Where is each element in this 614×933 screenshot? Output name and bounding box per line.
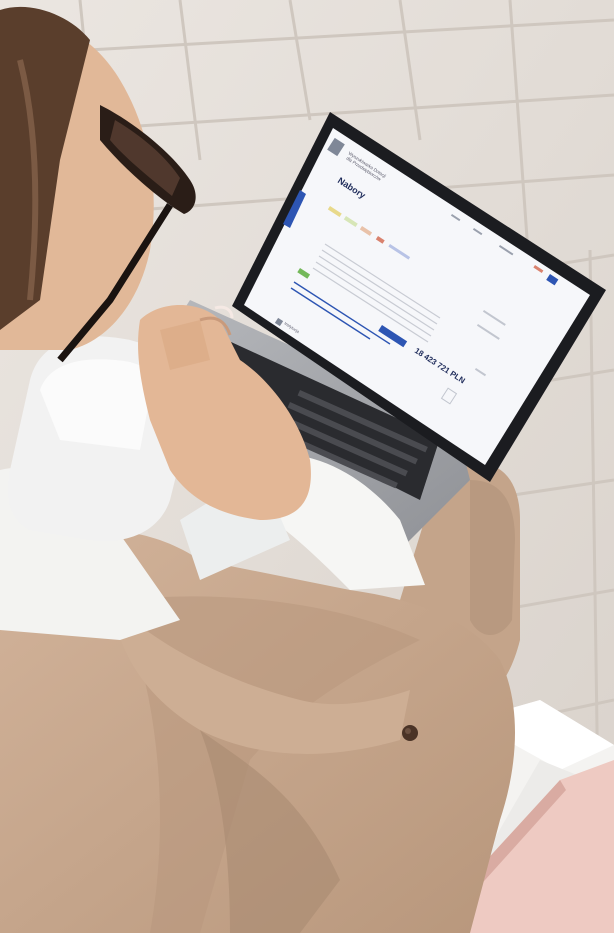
photo-scene: Wyszukiwarka Dotacji dla Przedsiębiorców… <box>0 0 614 933</box>
photo-illustration: Wyszukiwarka Dotacji dla Przedsiębiorców… <box>0 0 614 933</box>
